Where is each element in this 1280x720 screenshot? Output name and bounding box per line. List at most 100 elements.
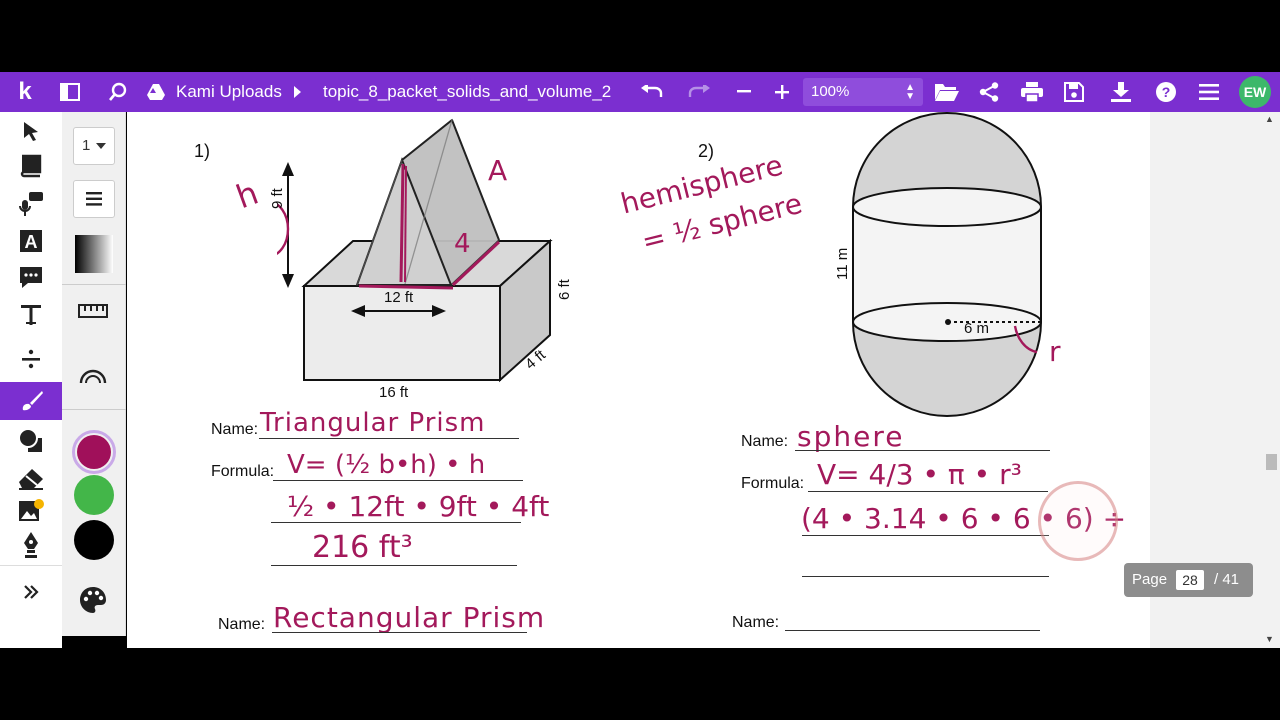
vertical-scrollbar[interactable]: ▲ ▼ [1262,112,1280,648]
dictionary-tool-button[interactable] [0,147,62,185]
file-name[interactable]: topic_8_packet_solids_and_volume_2 [323,72,611,112]
answer-line [802,576,1049,577]
book-icon [20,154,42,178]
prism-height-label: 9 ft [269,188,286,209]
share-icon[interactable] [977,72,1001,112]
options-divider [62,409,126,410]
text-icon [21,305,41,325]
svg-text:A: A [25,232,38,252]
ruler-icon[interactable] [78,304,108,323]
menu-icon[interactable] [1197,72,1221,112]
comment-tool-button[interactable] [0,258,62,296]
p2-name-answer: sphere [797,420,905,453]
zoom-select[interactable]: 100% ▲ ▼ [803,78,923,106]
color-swatch-black[interactable] [74,520,114,560]
scroll-down-icon[interactable]: ▼ [1265,634,1274,644]
double-chevron-icon [24,585,39,599]
protractor-icon[interactable] [79,368,107,389]
page-label: Page [1132,571,1168,588]
name-label: Name: [211,421,259,438]
kami-logo-text: k [18,78,32,105]
p1-name-answer: Triangular Prism [260,408,486,438]
formula-label: Formula: [741,475,805,492]
voice-comment-tool-button[interactable] [0,185,62,223]
opacity-gradient-slider[interactable] [75,235,113,273]
color-swatch-magenta[interactable] [72,430,116,474]
answer-line [259,438,519,439]
answer-line [795,450,1050,451]
stroke-size-value: 1 [82,137,91,154]
annotation-a: A [488,154,508,187]
breadcrumb-root[interactable]: Kami Uploads [176,72,282,112]
options-divider [62,284,126,285]
pen-nib-icon [24,532,38,558]
tool-sidebar: A [0,112,62,648]
expand-toolbar-button[interactable] [0,573,62,611]
box-height-label: 6 ft [556,279,573,300]
color-swatch-green[interactable] [74,475,114,515]
stroke-size-select[interactable]: 1 [73,127,115,165]
p1-formula-answer: V= (½ b•h) • h [287,450,486,480]
divide-icon [22,349,40,369]
box-length-label: 16 ft [379,384,409,401]
download-icon[interactable] [1108,72,1134,112]
answer-line [273,480,523,481]
prism-base-label: 12 ft [384,289,414,306]
p1-step-answer: ½ • 12ft • 9ft • 4ft [287,490,550,523]
answer-line [785,630,1040,631]
kami-logo[interactable]: k [10,72,40,112]
document-canvas[interactable]: 1) 9 ft 12 ft 6 ft 4 ft 16 ft h A 4 Name… [127,112,1262,648]
undo-icon[interactable] [638,72,666,112]
zoom-out-icon[interactable] [733,72,755,112]
user-avatar[interactable]: EW [1239,76,1271,108]
text-to-speech-tool-button[interactable]: A [0,222,62,260]
signature-tool-button[interactable] [0,526,62,564]
open-folder-icon[interactable] [933,72,961,112]
zoom-in-icon[interactable] [771,72,793,112]
equation-tool-button[interactable] [0,340,62,378]
line-style-button[interactable] [73,180,115,218]
redo-icon[interactable] [685,72,713,112]
name-label: Name: [741,433,789,450]
answer-line [808,491,1048,492]
capsule-height-label: 11 m [834,247,851,280]
paintbrush-icon [22,391,43,411]
text-tool-button[interactable] [0,296,62,334]
add-image-icon [19,499,44,521]
print-icon[interactable] [1019,72,1045,112]
capsule-figure [851,112,1043,417]
problem-2-number: 2) [698,141,715,161]
select-tool-button[interactable] [0,112,62,150]
page-indicator: Page 28 / 41 [1124,563,1253,597]
drive-icon [144,72,168,112]
page-number-input[interactable]: 28 [1176,570,1204,590]
scroll-thumb[interactable] [1266,454,1277,470]
drawing-options-panel: 1 [62,112,126,636]
problem-1-number: 1) [194,141,211,161]
scroll-up-icon[interactable]: ▲ [1265,114,1274,124]
drawing-tool-button[interactable] [0,382,62,420]
shapes-tool-button[interactable] [0,422,62,460]
p2-formula-answer: V= 4/3 • π • r³ [817,458,1022,491]
help-icon[interactable]: ? [1154,72,1178,112]
text-box-icon: A [20,230,42,252]
page-total: / 41 [1214,571,1240,588]
eraser-icon [19,469,43,490]
image-tool-button[interactable] [0,492,62,530]
comment-icon [20,267,42,288]
palette-icon[interactable] [79,586,107,619]
sidebar-toggle-icon[interactable] [56,72,84,112]
shapes-icon [18,428,42,452]
search-icon[interactable] [104,72,132,112]
answer-line [271,522,521,523]
mic-comment-icon [19,192,43,216]
zoom-value: 100% [811,83,850,100]
answer-line [271,565,517,566]
svg-text:?: ? [1162,84,1171,100]
p1-final-answer: 216 ft³ [312,530,413,565]
save-icon[interactable] [1062,72,1086,112]
name-label: Name: [218,616,266,633]
annotation-r: r [1049,335,1061,368]
breadcrumb-chevron-icon [290,72,304,112]
chevron-down-icon [96,143,106,149]
